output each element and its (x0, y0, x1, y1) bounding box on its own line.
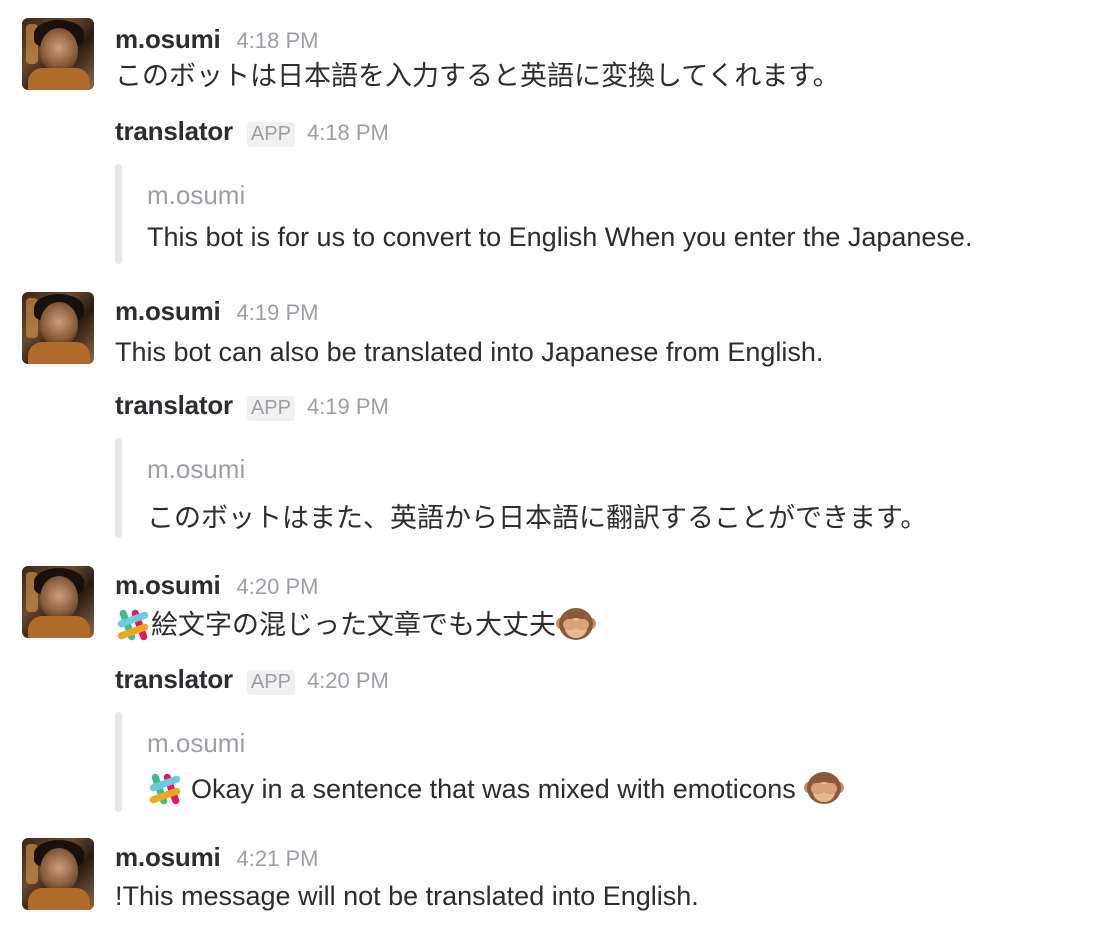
attachment-bar (115, 438, 122, 538)
timestamp[interactable]: 4:19 PM (307, 394, 389, 420)
message-attachment: m.osumi Okay in a sentence that was mixe… (115, 712, 1075, 812)
app-badge: APP (246, 670, 295, 695)
message-attachment: m.osumi このボットはまた、英語から日本語に翻訳することができます。 (115, 438, 1075, 538)
attachment-author: m.osumi (147, 454, 246, 484)
slack-logo-icon (147, 771, 183, 807)
app-badge: APP (246, 396, 295, 421)
attachment-text: Okay in a sentence that was mixed with e… (147, 770, 844, 808)
message-text: !This message will not be translated int… (115, 881, 699, 911)
author-name[interactable]: m.osumi (115, 24, 221, 55)
message-text: このボットは日本語を入力すると英語に変換してくれます。 (115, 61, 840, 91)
avatar[interactable] (22, 18, 94, 90)
message-text: 絵文字の混じった文章でも大丈夫 (115, 606, 596, 644)
attachment-text: このボットはまた、英語から日本語に翻訳することができます。 (147, 496, 927, 535)
author-name[interactable]: translator (115, 116, 233, 147)
author-name[interactable]: m.osumi (115, 570, 221, 601)
message-text-content: 絵文字の混じった文章でも大丈夫 (151, 610, 556, 640)
see-no-evil-monkey-icon (556, 606, 596, 644)
attachment-bar (115, 712, 122, 812)
timestamp[interactable]: 4:21 PM (237, 846, 319, 872)
timestamp[interactable]: 4:18 PM (237, 28, 319, 54)
timestamp[interactable]: 4:20 PM (237, 574, 319, 600)
see-no-evil-monkey-icon (803, 770, 844, 808)
author-name[interactable]: translator (115, 390, 233, 421)
message-text: This bot can also be translated into Jap… (115, 337, 824, 367)
attachment-text-content: Okay in a sentence that was mixed with e… (191, 773, 796, 804)
attachment-author: m.osumi (147, 180, 246, 210)
author-name[interactable]: m.osumi (115, 842, 221, 873)
app-badge: APP (246, 122, 295, 147)
timestamp[interactable]: 4:19 PM (237, 300, 319, 326)
avatar[interactable] (22, 292, 94, 364)
message-attachment: m.osumi This bot is for us to convert to… (115, 164, 1075, 264)
slack-logo-icon (115, 607, 151, 643)
timestamp[interactable]: 4:18 PM (307, 120, 389, 146)
author-name[interactable]: translator (115, 664, 233, 695)
attachment-author: m.osumi (147, 728, 246, 758)
attachment-text: This bot is for us to convert to English… (147, 222, 972, 253)
avatar[interactable] (22, 838, 94, 910)
attachment-text-content: このボットはまた、英語から日本語に翻訳することができます。 (147, 503, 928, 533)
timestamp[interactable]: 4:20 PM (307, 668, 389, 694)
attachment-bar (115, 164, 122, 264)
avatar[interactable] (22, 566, 94, 638)
author-name[interactable]: m.osumi (115, 296, 221, 327)
attachment-text-content: This bot is for us to convert to English… (147, 222, 973, 252)
